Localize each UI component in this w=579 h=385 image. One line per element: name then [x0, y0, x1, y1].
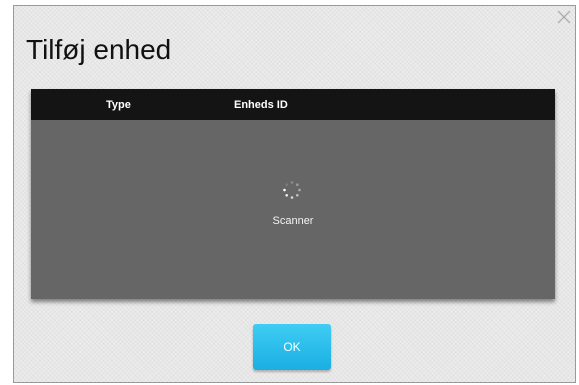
device-list-panel: Type Enheds ID Scanner — [31, 89, 555, 299]
dialog-title: Tilføj enhed — [26, 34, 172, 65]
column-header-type: Type — [106, 99, 131, 111]
ok-button[interactable]: OK — [253, 324, 331, 370]
table-header: Type Enheds ID — [31, 89, 555, 120]
scanning-status: Scanner — [272, 215, 314, 227]
add-device-dialog: Tilføj enhed Type Enheds ID Scanner OK — [13, 5, 576, 383]
close-icon[interactable] — [555, 8, 573, 26]
loading-spinner-icon — [282, 180, 302, 200]
column-header-device-id: Enheds ID — [234, 99, 288, 111]
